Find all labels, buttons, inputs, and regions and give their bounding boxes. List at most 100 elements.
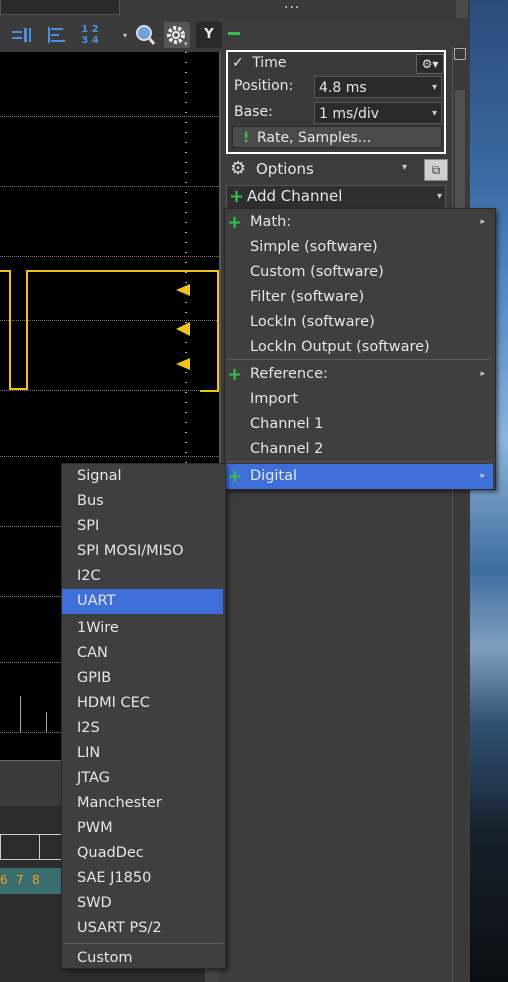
plus-icon: + bbox=[227, 212, 243, 233]
trace-segment bbox=[217, 270, 219, 392]
digital-submenu: Signal Bus SPI SPI MOSI/MISO I2C UART 1Wire CAN… bbox=[61, 463, 226, 969]
rate-samples-button[interactable]: ! Rate, Samples... bbox=[232, 126, 442, 148]
channel-panel: ✓ Time ⚙▾ Position: 4.8 ms ▾ Base: 1 ms/… bbox=[222, 18, 470, 982]
add-channel-menu-item[interactable]: LockIn Output (software) bbox=[225, 335, 493, 360]
time-gear-icon[interactable]: ⚙▾ bbox=[416, 54, 444, 74]
digital-menu-item[interactable]: SWD bbox=[62, 891, 223, 916]
digital-menu-item[interactable]: Manchester bbox=[62, 791, 223, 816]
digital-menu-item[interactable]: HDMI CEC bbox=[62, 691, 223, 716]
digital-menu-item[interactable]: USART PS/2 bbox=[62, 916, 223, 941]
digital-menu-item[interactable]: PWM bbox=[62, 816, 223, 841]
menu-item-label: Filter (software) bbox=[250, 289, 365, 305]
chevron-down-icon[interactable]: ▾ bbox=[432, 77, 437, 99]
trigger-marker[interactable] bbox=[176, 284, 190, 296]
digital-menu-item[interactable]: Signal bbox=[62, 464, 223, 489]
digital-menu-item[interactable]: I2S bbox=[62, 716, 223, 741]
numbering-icon[interactable]: 1 2 3 4 bbox=[78, 22, 102, 50]
digital-menu-item[interactable]: I2C bbox=[62, 564, 223, 589]
time-settings: ✓ Time ⚙▾ Position: 4.8 ms ▾ Base: 1 ms/… bbox=[226, 50, 446, 154]
base-label: Base: bbox=[234, 104, 273, 120]
chevron-down-icon[interactable]: ▾ bbox=[120, 22, 130, 48]
menu-separator bbox=[227, 461, 491, 462]
menu-item-label: LockIn (software) bbox=[250, 314, 375, 330]
numbering-bottom: 3 4 bbox=[81, 35, 99, 46]
chevron-down-icon[interactable]: ▾ bbox=[402, 162, 407, 173]
menu-item-label: SWD bbox=[77, 895, 112, 911]
channel-marker[interactable] bbox=[176, 322, 190, 336]
rate-samples-label: Rate, Samples... bbox=[257, 130, 372, 146]
zoom-icon[interactable] bbox=[134, 22, 156, 48]
scope-toolbar: 1 2 3 4 ▾ ▾ Y bbox=[0, 18, 222, 52]
menu-item-label: UART bbox=[77, 593, 116, 609]
top-combo[interactable] bbox=[0, 0, 120, 15]
base-field[interactable]: 1 ms/div ▾ bbox=[314, 102, 442, 124]
level-marker[interactable] bbox=[176, 358, 190, 370]
add-channel-menu-item[interactable]: + Math: ▸ bbox=[225, 210, 493, 235]
more-dots[interactable]: ... bbox=[284, 0, 300, 12]
add-channel-menu-item[interactable]: LockIn (software) bbox=[225, 310, 493, 335]
position-value: 4.8 ms bbox=[319, 80, 367, 96]
panel-scrollbar[interactable] bbox=[452, 46, 467, 982]
trace-segment bbox=[26, 270, 28, 390]
menu-item-label: HDMI CEC bbox=[77, 695, 150, 711]
gear-icon[interactable]: ▾ bbox=[164, 22, 190, 48]
add-channel-menu-item[interactable]: Channel 1 bbox=[225, 412, 493, 437]
submenu-arrow-icon: ▸ bbox=[480, 471, 485, 481]
digital-menu-item[interactable]: LIN bbox=[62, 741, 223, 766]
add-channel-menu-item[interactable]: Custom (software) bbox=[225, 260, 493, 285]
digital-menu-item[interactable]: 1Wire bbox=[62, 616, 223, 641]
position-field[interactable]: 4.8 ms ▾ bbox=[314, 76, 442, 98]
collapse-icon[interactable] bbox=[228, 32, 240, 35]
plus-icon: + bbox=[227, 364, 243, 385]
menu-item-label: Custom bbox=[77, 950, 133, 966]
options-button[interactable]: ⚙ Options ▾ ⧉ bbox=[226, 158, 448, 182]
time-check-icon[interactable]: ✓ bbox=[232, 55, 244, 71]
time-title: Time bbox=[252, 55, 287, 71]
detach-icon[interactable]: ⧉ bbox=[424, 159, 448, 181]
chevron-down-icon[interactable]: ▾ bbox=[437, 191, 442, 202]
trace-segment bbox=[26, 270, 219, 272]
digital-menu-item[interactable]: GPIB bbox=[62, 666, 223, 691]
digital-menu-item[interactable]: UART bbox=[62, 589, 223, 614]
menu-separator bbox=[64, 943, 223, 944]
digital-menu-item[interactable]: SAE J1850 bbox=[62, 866, 223, 891]
align-icon[interactable] bbox=[46, 22, 68, 48]
menu-item-label: Channel 1 bbox=[250, 416, 324, 432]
add-channel-menu-item[interactable]: Simple (software) bbox=[225, 235, 493, 260]
add-channel-menu-item[interactable]: Filter (software) bbox=[225, 285, 493, 310]
digital-menu-item[interactable]: QuadDec bbox=[62, 841, 223, 866]
scroll-up-icon[interactable] bbox=[454, 48, 466, 60]
menu-item-label: QuadDec bbox=[77, 845, 144, 861]
bus-number: 6 bbox=[0, 873, 8, 887]
menu-item-label: USART PS/2 bbox=[77, 920, 162, 936]
top-scroll[interactable] bbox=[456, 0, 468, 18]
digital-menu-item[interactable]: JTAG bbox=[62, 766, 223, 791]
menu-item-label: I2S bbox=[77, 720, 100, 736]
digital-menu-item[interactable]: Bus bbox=[62, 489, 223, 514]
add-channel-menu: + Math: ▸ Simple (software) Custom (software… bbox=[224, 208, 496, 490]
add-channel-button[interactable]: + Add Channel ▾ bbox=[226, 185, 446, 209]
digital-menu-item[interactable]: SPI bbox=[62, 514, 223, 539]
menu-item-label: 1Wire bbox=[77, 620, 119, 636]
options-label: Options bbox=[256, 160, 314, 178]
menu-item-label: Custom (software) bbox=[250, 264, 384, 280]
time-header[interactable]: ✓ Time bbox=[232, 55, 286, 71]
menu-item-label: CAN bbox=[77, 645, 108, 661]
top-bar: ... bbox=[0, 0, 470, 18]
cursors-icon[interactable] bbox=[10, 22, 32, 48]
menu-item-label: SAE J1850 bbox=[77, 870, 152, 886]
digital-menu-item[interactable]: SPI MOSI/MISO bbox=[62, 539, 223, 564]
add-channel-menu-item[interactable]: Import bbox=[225, 387, 493, 412]
add-channel-menu-item[interactable]: Channel 2 bbox=[225, 437, 493, 462]
submenu-arrow-icon: ▸ bbox=[480, 217, 485, 227]
chevron-down-icon[interactable]: ▾ bbox=[432, 103, 437, 125]
digital-menu-item[interactable]: CAN bbox=[62, 641, 223, 666]
add-channel-menu-item[interactable]: + Reference: ▸ bbox=[225, 362, 493, 387]
menu-item-label: Signal bbox=[77, 468, 122, 484]
base-value: 1 ms/div bbox=[319, 106, 380, 122]
menu-item-label: Manchester bbox=[77, 795, 162, 811]
y-axis-button[interactable]: Y bbox=[196, 22, 222, 48]
add-channel-menu-item[interactable]: + Digital ▸ bbox=[225, 464, 493, 489]
menu-item-label: SPI bbox=[77, 518, 100, 534]
digital-menu-item[interactable]: Custom bbox=[62, 946, 223, 971]
